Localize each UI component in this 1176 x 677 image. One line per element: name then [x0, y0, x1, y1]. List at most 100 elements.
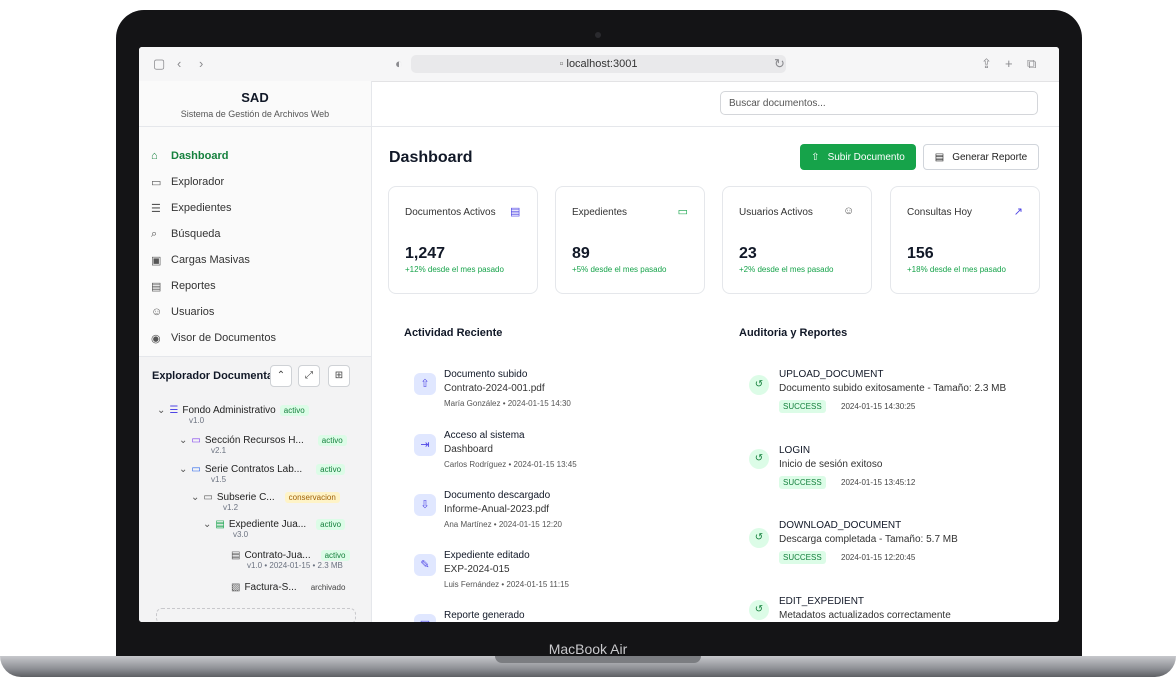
activity-item[interactable]: ⇧ Documento subido Contrato-2024-001.pdf… [414, 369, 704, 419]
nav-item-expedientes[interactable]: ☰ Expedientes [151, 195, 361, 221]
history-icon: ↺ [749, 600, 769, 620]
upload-document-button[interactable]: ⇧ Subir Documento [800, 144, 916, 170]
tree-node-meta: v1.0 [189, 416, 205, 425]
nav-label: Dashboard [171, 150, 229, 162]
share-icon[interactable]: ⇪ [981, 56, 992, 72]
activity-item[interactable]: ⇥ Acceso al sistema Dashboard Carlos Rod… [414, 430, 704, 480]
activity-file: Contrato-2024-001.pdf [444, 383, 545, 394]
tree-node[interactable]: ⌄ ▭ Subserie C... conservacion v1.2 [191, 492, 340, 512]
privacy-shield-icon[interactable]: ◐ [395, 56, 403, 71]
tree-node[interactable]: ⌄ ▤ Expediente Jua... activo v3.0 [203, 519, 346, 539]
tree-node-name: Subserie C... [216, 492, 275, 503]
tabs-overview-icon[interactable]: ⧉ [1027, 56, 1036, 72]
app-title: SAD [241, 90, 269, 105]
status-badge: SUCCESS [779, 400, 826, 413]
expand-button[interactable]: ⤢ [298, 365, 320, 387]
file-text-icon: ▤ [231, 550, 241, 561]
tree-node[interactable]: ⌄ ☰ Fondo Administrativo activo v1.0 [157, 405, 309, 425]
audit-title: Auditoria y Reportes [739, 327, 848, 339]
audit-description: Descarga completada - Tamaño: 5.7 MB [779, 534, 958, 545]
url-text: localhost:3001 [566, 58, 638, 70]
nav-item-dashboard[interactable]: ⌂ Dashboard [151, 143, 361, 169]
nav-label: Búsqueda [171, 228, 221, 240]
activity-file: EXP-2024-015 [444, 564, 510, 575]
tree-node[interactable]: ⌄ ▭ Serie Contratos Lab... activo v1.5 [179, 464, 346, 484]
file-image-icon: ▧ [231, 582, 241, 593]
activity-item[interactable]: ▤ Reporte generado [414, 610, 704, 622]
eye-icon: ◉ [151, 332, 161, 345]
upload-icon: ⇧ [414, 373, 436, 395]
activity-title-text: Acceso al sistema [444, 430, 525, 441]
address-bar[interactable]: ▫ localhost:3001 [411, 55, 786, 73]
stat-card: Expedientes ▭ 89 +5% desde el mes pasado [555, 186, 705, 294]
tree-node[interactable]: ⌄ ▭ Sección Recursos H... activo v2.1 [179, 435, 347, 455]
report-icon: ▤ [414, 614, 436, 622]
document-explorer: Explorador Documental ⌃ ⤢ ⊞ ⌄ ☰ Fondo Admi… [139, 356, 371, 622]
stat-delta: +5% desde el mes pasado [572, 265, 667, 274]
reload-icon[interactable]: ↻ [774, 56, 785, 72]
tree-node-meta: v2.1 [211, 446, 227, 455]
forward-icon[interactable]: › [199, 56, 203, 71]
activity-title: Actividad Reciente [404, 327, 503, 339]
folder-icon: ▭ [151, 176, 162, 189]
status-badge: activo [316, 464, 346, 475]
page-title: Dashboard [389, 149, 473, 166]
camera-icon [595, 32, 601, 38]
chevron-down-icon: ⌄ [179, 435, 188, 446]
lock-icon: ▫ [559, 58, 564, 70]
history-icon: ↺ [749, 375, 769, 395]
activity-item[interactable]: ✎ Expediente editado EXP-2024-015 Luis F… [414, 550, 704, 600]
nav-item-reportes[interactable]: ▤ Reportes [151, 273, 361, 299]
nav-label: Usuarios [171, 306, 215, 318]
stat-title: Documentos Activos [405, 207, 496, 218]
add-document-button[interactable]: ⊞ [328, 365, 350, 387]
sidebar-toggle-icon[interactable]: ▢ [153, 56, 165, 72]
audit-item[interactable]: ↺ DOWNLOAD_DOCUMENT Descarga completada … [749, 520, 1039, 570]
activity-item[interactable]: ⇩ Documento descargado Informe-Anual-202… [414, 490, 704, 540]
trending-up-icon: ↗ [1013, 206, 1023, 218]
nav-item-explorador[interactable]: ▭ Explorador [151, 169, 361, 195]
nav-item-usuarios[interactable]: ☺ Usuarios [151, 299, 361, 325]
tree-node[interactable]: ▤ Contrato-Jua... activo v1.0 • 2024-01-15… [231, 550, 350, 570]
nav-label: Visor de Documentos [171, 332, 276, 344]
generate-report-button[interactable]: ▤ Generar Reporte [923, 144, 1039, 170]
search-icon: ⌕ [151, 227, 158, 240]
nav-item-visor[interactable]: ◉ Visor de Documentos [151, 325, 361, 351]
stat-title: Consultas Hoy [907, 207, 973, 218]
login-icon: ⇥ [414, 434, 436, 456]
tree-node[interactable]: ▧ Factura-S... archivado [231, 582, 349, 593]
drop-zone[interactable] [156, 608, 356, 622]
audit-action: UPLOAD_DOCUMENT [779, 369, 884, 380]
chevron-down-icon: ⌄ [157, 405, 166, 416]
status-badge: activo [316, 519, 346, 530]
search-input[interactable] [720, 91, 1038, 115]
home-icon: ⌂ [151, 150, 158, 162]
browser-toolbar: ▢ ‹ › ◐ ▫ localhost:3001 ↻ ⇪ + ⧉ [139, 47, 1059, 82]
nav-item-cargas-masivas[interactable]: ▣ Cargas Masivas [151, 247, 361, 273]
nav-label: Explorador [171, 176, 225, 188]
tree-node-name: Factura-S... [244, 582, 297, 593]
activity-meta: Carlos Rodríguez • 2024-01-15 13:45 [444, 460, 577, 469]
tree-node-meta: v1.5 [211, 475, 227, 484]
tree-node-name: Contrato-Jua... [244, 550, 311, 561]
stat-delta: +12% desde el mes pasado [405, 265, 504, 274]
activity-file: Dashboard [444, 444, 493, 455]
chevron-down-icon: ⌄ [179, 464, 188, 475]
chevron-down-icon: ⌄ [191, 492, 200, 503]
upload-icon: ⇧ [811, 151, 820, 163]
stat-delta: +18% desde el mes pasado [907, 265, 1006, 274]
audit-item[interactable]: ↺ UPLOAD_DOCUMENT Documento subido exito… [749, 369, 1039, 419]
stat-value: 89 [572, 245, 590, 262]
audit-description: Metadatos actualizados correctamente [779, 610, 951, 621]
back-icon[interactable]: ‹ [177, 56, 181, 71]
status-badge: SUCCESS [779, 551, 826, 564]
new-tab-icon[interactable]: + [1005, 56, 1013, 71]
nav-item-busqueda[interactable]: ⌕ Búsqueda [151, 221, 361, 247]
status-badge: activo [317, 435, 347, 446]
audit-description: Inicio de sesión exitoso [779, 459, 883, 470]
audit-item[interactable]: ↺ EDIT_EXPEDIENT Metadatos actualizados … [749, 596, 1039, 622]
audit-item[interactable]: ↺ LOGIN Inicio de sesión exitoso SUCCESS… [749, 445, 1039, 495]
collapse-button[interactable]: ⌃ [270, 365, 292, 387]
activity-file: Informe-Anual-2023.pdf [444, 504, 550, 515]
upload-file-icon: ▣ [151, 254, 162, 267]
